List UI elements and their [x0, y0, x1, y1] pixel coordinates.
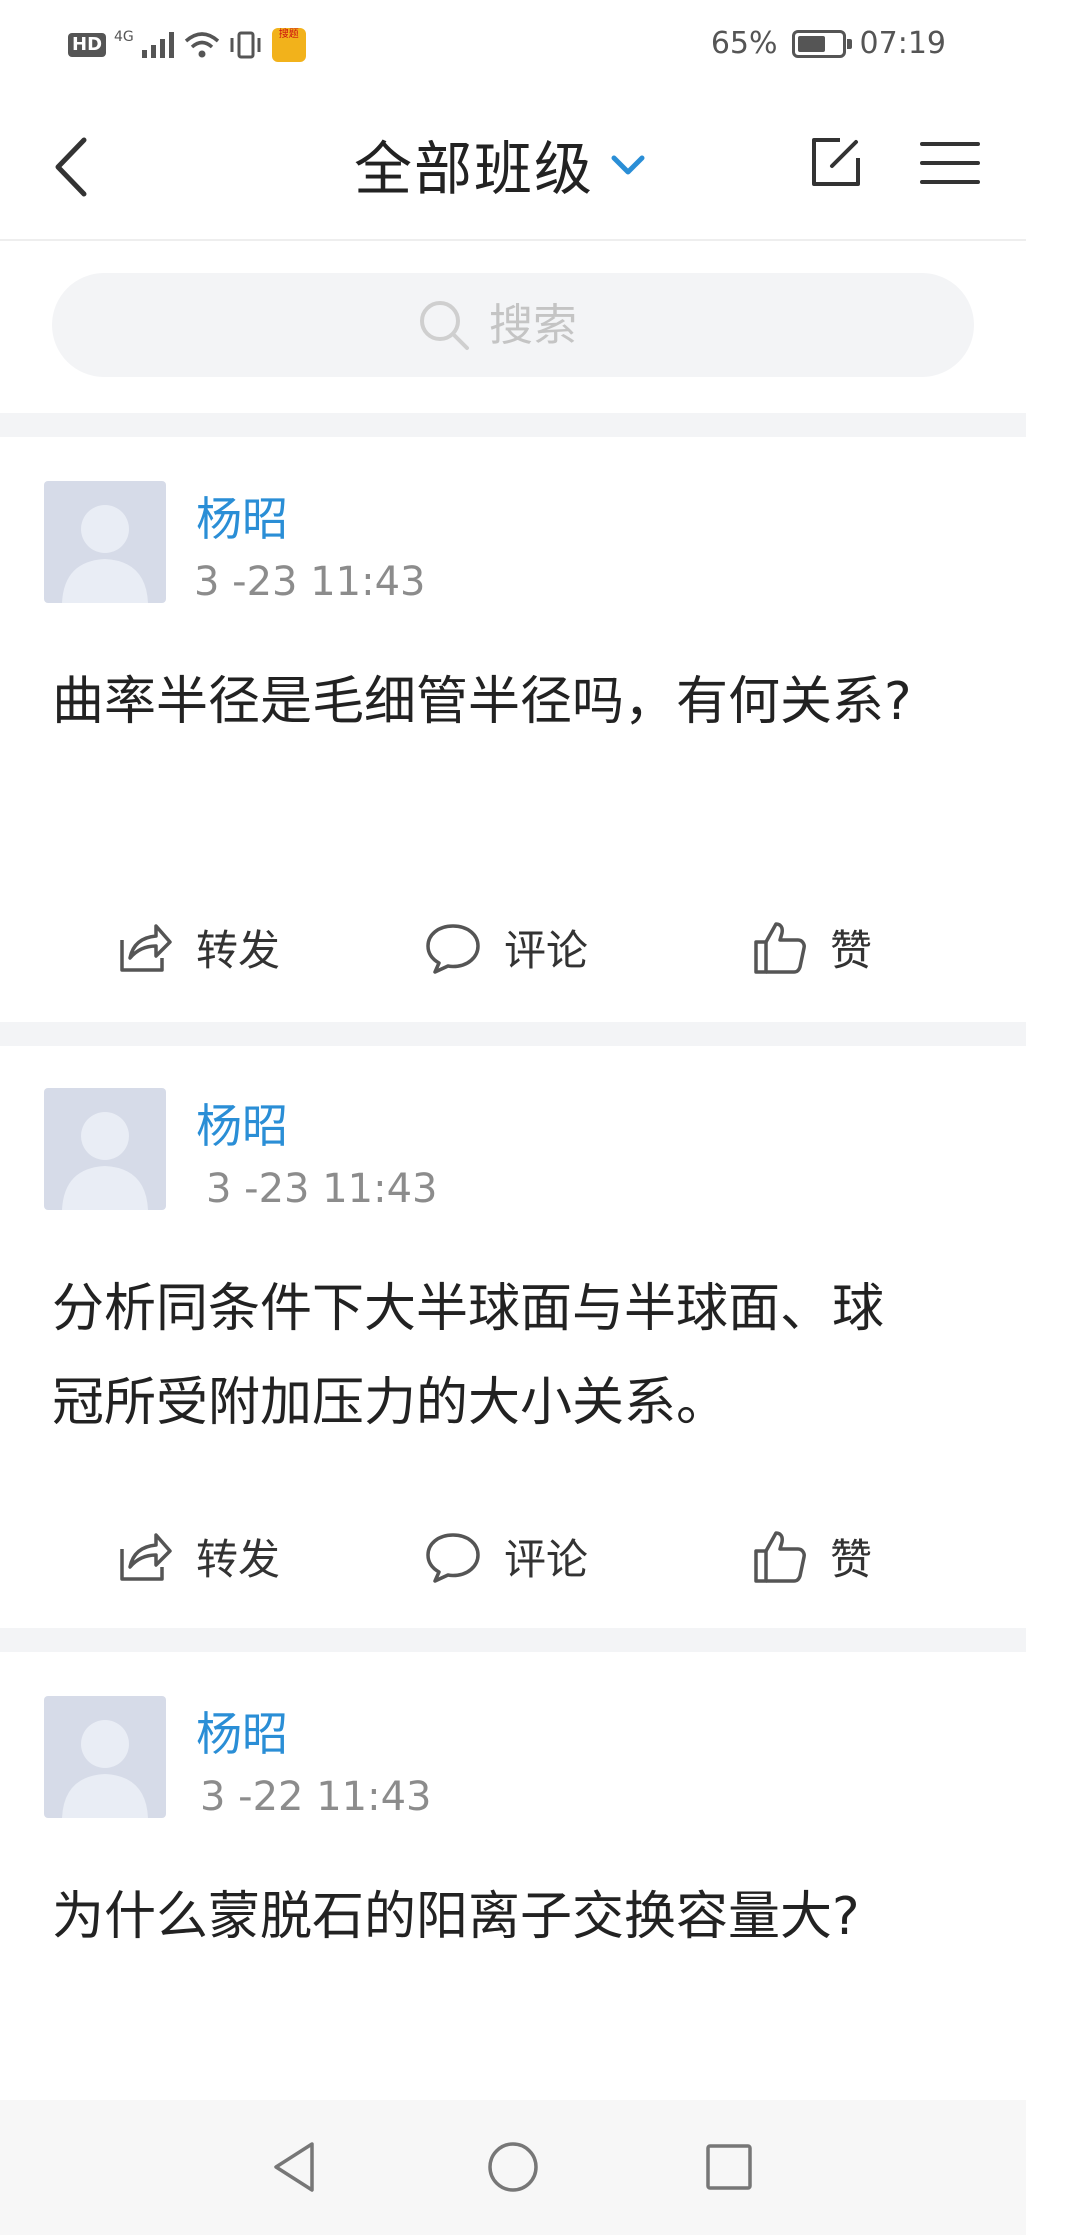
status-left: HD 4G 搜题	[68, 28, 306, 62]
comment-button[interactable]: 评论	[424, 1516, 588, 1596]
user-silhouette-icon	[62, 1720, 148, 1818]
share-label: 转发	[196, 1534, 281, 1584]
post-actions: 转发 评论 赞	[0, 907, 1026, 987]
comment-button[interactable]: 评论	[424, 907, 588, 987]
status-right: 65% 07:19	[711, 26, 946, 61]
wifi-icon	[184, 32, 219, 58]
battery-fill	[797, 35, 825, 52]
like-button[interactable]: 赞	[750, 907, 872, 987]
post-text[interactable]: 曲率半径是毛细管半径吗，有何关系?	[52, 655, 932, 749]
system-home-icon[interactable]	[484, 2138, 542, 2196]
share-button[interactable]: 转发	[116, 907, 280, 987]
like-label: 赞	[830, 1534, 873, 1584]
share-icon	[120, 924, 172, 972]
post-card[interactable]: 杨昭 3 -22 11:43 为什么蒙脱石的阳离子交换容量大?	[0, 1652, 1026, 2102]
thumbs-up-icon	[754, 922, 806, 974]
share-button[interactable]: 转发	[116, 1516, 280, 1596]
nav-bar: 全部班级	[0, 96, 1026, 241]
section-divider	[0, 1022, 1026, 1046]
post-time: 3 -23 11:43	[206, 1166, 438, 1212]
comment-icon	[426, 924, 480, 974]
post-card[interactable]: 杨昭 3 -23 11:43 分析同条件下大半球面与半球面、球冠所受附加压力的大…	[0, 1046, 1026, 1636]
signal-icon	[141, 32, 174, 58]
app-notification-icon: 搜题	[271, 28, 306, 62]
network-type-label: 4G	[114, 29, 134, 45]
status-bar: HD 4G 搜题 65% 07:19	[0, 0, 1026, 96]
system-back-icon[interactable]	[266, 2138, 324, 2196]
back-arrow-icon[interactable]	[48, 134, 92, 200]
share-icon	[120, 1533, 172, 1581]
post-actions: 转发 评论 赞	[0, 1516, 1026, 1596]
clock: 07:19	[859, 26, 946, 61]
section-divider	[0, 413, 1026, 437]
avatar[interactable]	[44, 481, 166, 603]
user-silhouette-icon	[62, 505, 148, 603]
search-area	[0, 241, 1026, 413]
compose-icon[interactable]	[810, 136, 862, 188]
post-time: 3 -23 11:43	[194, 559, 426, 605]
system-nav-bar	[0, 2100, 1026, 2235]
author-name[interactable]: 杨昭	[196, 1090, 288, 1156]
post-time: 3 -22 11:43	[200, 1774, 432, 1820]
avatar[interactable]	[44, 1088, 166, 1210]
post-text[interactable]: 为什么蒙脱石的阳离子交换容量大?	[52, 1870, 912, 1964]
system-recents-icon[interactable]	[700, 2138, 758, 2196]
battery-percent: 65%	[710, 26, 778, 61]
comment-label: 评论	[504, 1534, 589, 1584]
battery-icon	[791, 29, 852, 58]
like-label: 赞	[830, 925, 873, 975]
vibrate-icon	[230, 31, 261, 59]
class-selector[interactable]: 全部班级	[354, 124, 648, 204]
post-text[interactable]: 分析同条件下大半球面与半球面、球冠所受附加压力的大小关系。	[52, 1262, 932, 1450]
comment-label: 评论	[504, 925, 589, 975]
share-label: 转发	[196, 925, 281, 975]
app-screen: HD 4G 搜题 65% 07:19 全部班级 搜索 杨昭 3 -23 11:4…	[0, 0, 1026, 2235]
menu-icon[interactable]	[920, 140, 980, 186]
comment-icon	[426, 1533, 480, 1583]
avatar[interactable]	[44, 1696, 166, 1818]
author-name[interactable]: 杨昭	[196, 483, 288, 549]
search-icon	[420, 301, 469, 350]
user-silhouette-icon	[62, 1112, 148, 1210]
like-button[interactable]: 赞	[750, 1516, 872, 1596]
thumbs-up-icon	[754, 1531, 806, 1583]
section-divider	[0, 1628, 1026, 1652]
chevron-down-icon	[611, 155, 645, 175]
page-title: 全部班级	[354, 135, 595, 203]
author-name[interactable]: 杨昭	[196, 1698, 288, 1764]
search-bar[interactable]	[52, 273, 974, 377]
post-card[interactable]: 杨昭 3 -23 11:43 曲率半径是毛细管半径吗，有何关系? 转发 评论 赞	[0, 437, 1026, 1027]
hd-icon: HD	[68, 33, 107, 57]
search-input[interactable]	[489, 299, 609, 351]
